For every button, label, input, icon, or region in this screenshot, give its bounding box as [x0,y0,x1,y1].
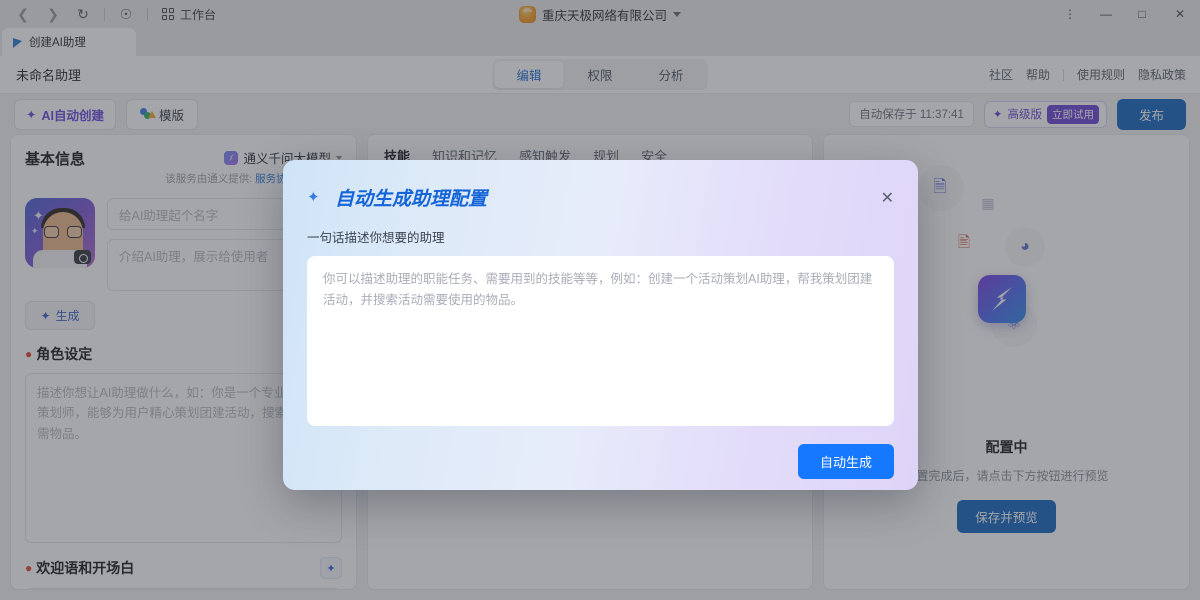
assistant-description-textarea[interactable]: 你可以描述助理的职能任务、需要用到的技能等等，例如：创建一个活动策划AI助理，帮… [307,256,894,426]
dialog-footer: 自动生成 [283,426,918,479]
close-icon[interactable]: ✕ [881,188,894,208]
dialog-field-label: 一句话描述你想要的助理 [283,211,918,246]
app-window: ❮ ❯ ↻ ☉ 工作台 重庆天极网络有限公司 ⋮ — □ ✕ 创建AI助理 [0,0,1200,600]
magic-wand-ai-icon: ✦ [307,188,327,208]
auto-generate-config-dialog: ✦ 自动生成助理配置 ✕ 一句话描述你想要的助理 你可以描述助理的职能任务、需要… [283,160,918,490]
dialog-title-row: ✦ 自动生成助理配置 [307,184,487,211]
auto-generate-button[interactable]: 自动生成 [798,444,894,479]
dialog-title: 自动生成助理配置 [335,184,487,211]
dialog-header: ✦ 自动生成助理配置 ✕ [283,160,918,211]
